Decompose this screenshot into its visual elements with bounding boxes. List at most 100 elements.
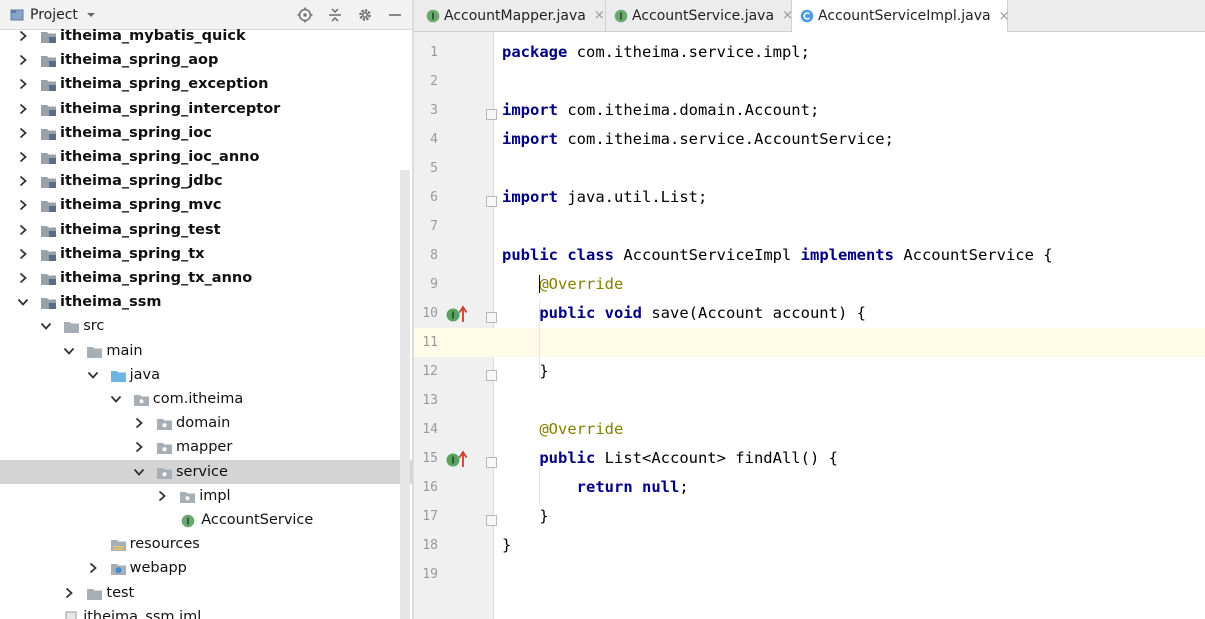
line-number: 1 — [430, 45, 438, 60]
chevron-down-icon[interactable] — [109, 387, 123, 411]
chevron-right-icon[interactable] — [132, 411, 146, 435]
implements-method-icon[interactable] — [446, 450, 468, 472]
code-area[interactable]: package com.itheima.service.impl; import … — [494, 32, 1205, 619]
chevron-down-icon[interactable] — [62, 339, 76, 363]
chevron-down-icon[interactable] — [16, 290, 30, 314]
tree-item[interactable]: src — [0, 314, 412, 338]
code-line[interactable]: @Override — [494, 415, 1205, 444]
close-icon[interactable]: × — [999, 9, 1010, 24]
code-line[interactable]: return null; — [494, 473, 1205, 502]
line-number: 4 — [430, 132, 438, 147]
code-line[interactable]: } — [494, 502, 1205, 531]
chevron-right-icon[interactable] — [16, 121, 30, 145]
tree-item[interactable]: main — [0, 339, 412, 363]
code-line-text: import com.itheima.service.AccountServic… — [502, 130, 894, 148]
tree-item[interactable]: itheima_spring_mvc — [0, 193, 412, 217]
tree-item-label: mapper — [176, 439, 233, 456]
line-number: 18 — [422, 538, 438, 553]
chevron-right-icon[interactable] — [16, 266, 30, 290]
chevron-down-icon[interactable] — [39, 314, 53, 338]
code-line[interactable]: import java.util.List; — [494, 183, 1205, 212]
tree-item[interactable]: webapp — [0, 556, 412, 580]
tree-item[interactable]: itheima_spring_test — [0, 218, 412, 242]
tree-item[interactable]: itheima_ssm.iml — [0, 605, 412, 619]
settings-button[interactable] — [356, 6, 374, 24]
module-folder-icon — [40, 126, 57, 140]
tree-item[interactable]: service — [0, 459, 412, 484]
code-line-text: } — [502, 507, 549, 525]
tree-item[interactable]: itheima_spring_interceptor — [0, 97, 412, 121]
chevron-right-icon[interactable] — [16, 218, 30, 242]
editor-tab[interactable]: AccountMapper.java × — [418, 0, 606, 31]
tree-item[interactable]: itheima_spring_ioc_anno — [0, 145, 412, 169]
code-line[interactable] — [494, 67, 1205, 96]
tree-item[interactable]: com.itheima — [0, 387, 412, 411]
tree-item-label: itheima_mybatis_quick — [60, 28, 246, 44]
tree-item[interactable]: java — [0, 363, 412, 387]
tree-item-label: webapp — [129, 560, 187, 577]
tree-item[interactable]: itheima_spring_tx — [0, 242, 412, 266]
code-line[interactable]: } — [494, 531, 1205, 560]
tree-item-label: itheima_spring_mvc — [60, 197, 222, 214]
locate-file-button[interactable] — [296, 6, 314, 24]
close-icon[interactable]: × — [594, 8, 605, 23]
chevron-right-icon[interactable] — [16, 145, 30, 169]
hide-panel-button[interactable] — [386, 6, 404, 24]
tree-item[interactable]: domain — [0, 411, 412, 435]
code-line[interactable] — [494, 386, 1205, 415]
implements-method-icon[interactable] — [446, 305, 468, 327]
code-line[interactable] — [494, 154, 1205, 183]
code-line[interactable]: package com.itheima.service.impl; — [494, 38, 1205, 67]
code-line[interactable]: } — [494, 357, 1205, 386]
minimize-icon — [389, 14, 401, 16]
line-number: 7 — [430, 219, 438, 234]
editor-tab[interactable]: AccountService.java × — [606, 0, 793, 31]
tree-item[interactable]: itheima_spring_exception — [0, 72, 412, 96]
code-line[interactable]: public class AccountServiceImpl implemen… — [494, 241, 1205, 270]
collapse-all-button[interactable] — [326, 6, 344, 24]
code-line[interactable] — [494, 212, 1205, 241]
editor-tab-label: AccountService.java — [632, 7, 775, 24]
chevron-right-icon[interactable] — [155, 484, 169, 508]
chevron-right-icon[interactable] — [62, 581, 76, 605]
tree-item[interactable]: itheima_spring_jdbc — [0, 169, 412, 193]
editor-tab-label: AccountServiceImpl.java — [818, 8, 991, 24]
chevron-right-icon[interactable] — [86, 556, 100, 580]
tree-item[interactable]: mapper — [0, 435, 412, 459]
code-line[interactable]: public List<Account> findAll() { — [494, 444, 1205, 473]
chevron-right-icon[interactable] — [16, 72, 30, 96]
tree-item[interactable]: itheima_spring_aop — [0, 48, 412, 72]
code-line[interactable] — [494, 328, 1205, 357]
tree-item[interactable]: itheima_ssm — [0, 290, 412, 314]
project-tree-scrollbar[interactable] — [400, 170, 410, 619]
chevron-right-icon[interactable] — [16, 97, 30, 121]
code-line-text: } — [502, 536, 512, 554]
code-line[interactable] — [494, 560, 1205, 589]
code-line-text: import com.itheima.domain.Account; — [502, 101, 820, 119]
chevron-right-icon[interactable] — [16, 193, 30, 217]
chevron-right-icon[interactable] — [132, 435, 146, 459]
line-number: 9 — [430, 277, 438, 292]
tree-item[interactable]: impl — [0, 484, 412, 508]
package-icon — [156, 465, 173, 479]
tree-item[interactable]: resources — [0, 532, 412, 556]
tree-item[interactable]: itheima_spring_tx_anno — [0, 266, 412, 290]
code-line[interactable]: public void save(Account account) { — [494, 299, 1205, 328]
chevron-right-icon[interactable] — [16, 24, 30, 48]
chevron-right-icon[interactable] — [16, 48, 30, 72]
code-line-text: public List<Account> findAll() { — [539, 449, 838, 467]
tree-item[interactable]: itheima_spring_ioc — [0, 121, 412, 145]
tree-item-label: itheima_spring_test — [60, 221, 221, 238]
chevron-down-icon[interactable] — [86, 363, 100, 387]
editor-tab[interactable]: AccountServiceImpl.java × — [792, 0, 1010, 32]
code-line[interactable]: import com.itheima.service.AccountServic… — [494, 125, 1205, 154]
project-view-selector[interactable]: Project — [30, 7, 96, 23]
code-line[interactable]: @Override — [494, 270, 1205, 299]
tree-item[interactable]: AccountService — [0, 508, 412, 532]
chevron-right-icon[interactable] — [16, 169, 30, 193]
chevron-right-icon[interactable] — [16, 242, 30, 266]
chevron-down-icon[interactable] — [132, 460, 146, 484]
tree-item[interactable]: itheima_mybatis_quick — [0, 24, 412, 48]
code-line[interactable]: import com.itheima.domain.Account; — [494, 96, 1205, 125]
tree-item[interactable]: test — [0, 581, 412, 605]
